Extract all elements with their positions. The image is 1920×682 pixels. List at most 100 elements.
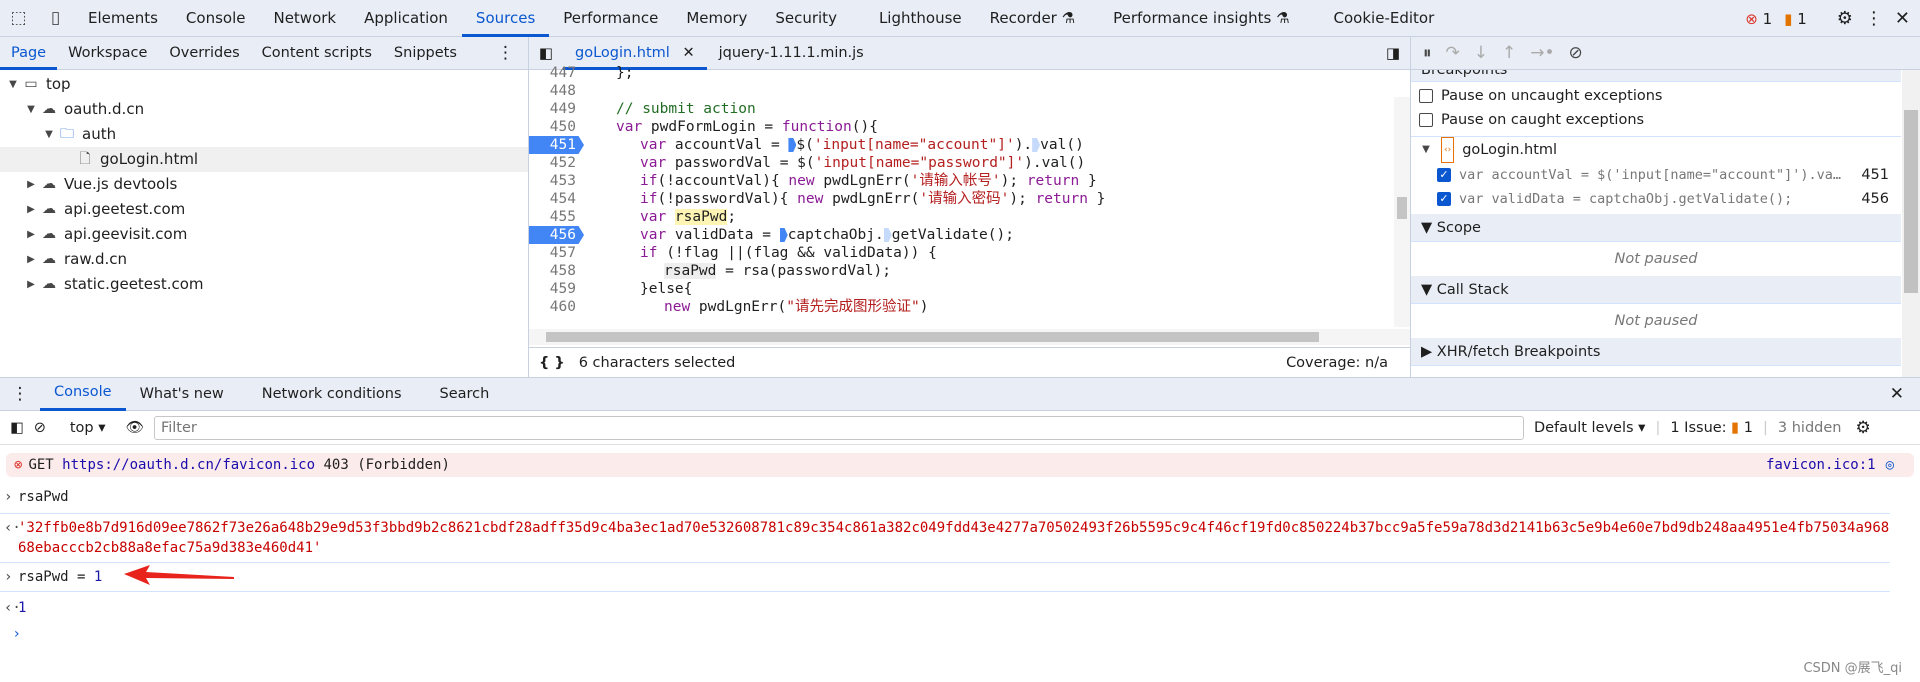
error-count-badge[interactable]: ⊗ 1 [1745, 10, 1772, 28]
line-number[interactable]: 457 [529, 244, 584, 262]
inline-breakpoint-icon[interactable] [779, 228, 788, 242]
breakpoints-header[interactable]: Breakpoints [1411, 70, 1901, 82]
collapsed-arrow-icon[interactable]: ▶ [24, 222, 38, 247]
network-request-icon[interactable]: ◎ [1886, 453, 1894, 477]
tree-item[interactable]: ▼ ▭ top [0, 72, 528, 97]
line-number[interactable]: 458 [529, 262, 584, 280]
line-number[interactable]: 453 [529, 172, 584, 190]
tree-item[interactable]: ▼ ☁ oauth.d.cn [0, 97, 528, 122]
breakpoint-item[interactable]: ✓ var accountVal = $('input[name="account… [1411, 163, 1901, 187]
drawer-tab-network-conditions[interactable]: Network conditions [238, 377, 416, 411]
line-number[interactable]: 449 [529, 100, 584, 118]
collapsed-arrow-icon[interactable]: ▶ [24, 172, 38, 197]
collapsed-arrow-icon[interactable]: ▶ [24, 197, 38, 222]
line-number[interactable]: 450 [529, 118, 584, 136]
pretty-print-icon[interactable]: { } [539, 355, 565, 371]
tab-memory[interactable]: Memory [672, 0, 761, 37]
pause-uncaught-checkbox[interactable]: Pause on uncaught exceptions [1411, 84, 1901, 108]
close-drawer-icon[interactable]: ✕ [1890, 384, 1920, 404]
line-number[interactable]: 459 [529, 280, 584, 298]
vertical-scrollbar[interactable] [1394, 97, 1410, 327]
expanded-arrow-icon[interactable]: ▼ [6, 72, 20, 97]
sidebar-toggle-icon[interactable]: ◧ [10, 420, 24, 436]
tab-overrides[interactable]: Overrides [158, 37, 250, 70]
line-number[interactable]: 447 [529, 64, 584, 82]
tab-content-scripts[interactable]: Content scripts [251, 37, 383, 70]
error-source-link[interactable]: favicon.ico:1 [1766, 453, 1876, 477]
toggle-navigator-icon[interactable]: ◧ [529, 44, 563, 62]
clear-console-icon[interactable]: ⊘ [34, 420, 46, 436]
tree-item[interactable]: 🗋 goLogin.html [0, 147, 528, 172]
inline-breakpoint-icon[interactable] [883, 228, 892, 242]
tree-item[interactable]: ▶ ☁ raw.d.cn [0, 247, 528, 272]
tab-cookie-editor[interactable]: Cookie-Editor [1304, 0, 1449, 37]
context-selector[interactable]: top ▾ [70, 420, 106, 436]
tab-application[interactable]: Application [350, 0, 462, 37]
toggle-debugger-icon[interactable]: ◨ [1376, 44, 1410, 62]
issues-button[interactable]: 1 Issue: ▮ 1 [1670, 420, 1753, 436]
line-number[interactable]: 448 [529, 82, 584, 100]
breakpoint-line-number[interactable]: 451 [529, 136, 584, 154]
tab-lighthouse[interactable]: Lighthouse [851, 0, 976, 37]
tab-sources[interactable]: Sources [461, 0, 550, 37]
inspect-element-icon[interactable]: ⬚ [0, 0, 37, 37]
device-toolbar-icon[interactable]: ▯ [37, 0, 74, 37]
drawer-tab-search[interactable]: Search [416, 377, 504, 411]
line-number[interactable]: 454 [529, 190, 584, 208]
inline-breakpoint-icon[interactable] [1032, 138, 1041, 152]
tab-console[interactable]: Console [172, 0, 260, 37]
drawer-menu-icon[interactable]: ⋮ [0, 384, 40, 404]
line-number[interactable]: 452 [529, 154, 584, 172]
breakpoint-item[interactable]: ✓ var validData = captchaObj.getValidate(… [1411, 187, 1901, 211]
tree-item[interactable]: ▶ ☁ api.geevisit.com [0, 222, 528, 247]
tree-item[interactable]: ▶ ☁ static.geetest.com [0, 272, 528, 297]
filter-input[interactable] [153, 415, 1524, 440]
tab-security[interactable]: Security [761, 0, 851, 37]
tab-network[interactable]: Network [259, 0, 350, 37]
more-icon[interactable]: ⋮ [497, 43, 528, 63]
step-out-icon[interactable]: ↑ [1502, 43, 1516, 63]
sidebar-scrollbar[interactable] [1902, 70, 1920, 377]
console-settings-gear-icon[interactable]: ⚙ [1855, 418, 1870, 438]
tab-performance-insights[interactable]: Performance insights ⚗ [1089, 0, 1303, 37]
tab-page[interactable]: Page [0, 37, 58, 70]
pause-resume-icon[interactable]: ⏸ [1423, 43, 1432, 63]
close-tab-icon[interactable]: ✕ [682, 45, 694, 61]
step-icon[interactable]: →• [1530, 43, 1554, 63]
tree-item[interactable]: ▼ 🗀 auth [0, 122, 528, 147]
collapsed-arrow-icon[interactable]: ▶ [24, 272, 38, 297]
line-number[interactable]: 455 [529, 208, 584, 226]
drawer-tab-whats-new[interactable]: What's new [126, 377, 238, 411]
expanded-arrow-icon[interactable]: ▼ [42, 122, 56, 147]
drawer-tab-console[interactable]: Console [40, 377, 126, 411]
pause-caught-checkbox[interactable]: Pause on caught exceptions [1411, 108, 1901, 132]
live-expression-eye-icon[interactable]: 👁 [126, 419, 144, 436]
code-view[interactable]: 447}; 448 449 // submit action 450 var pwd… [529, 64, 1394, 326]
line-number[interactable]: 460 [529, 298, 584, 316]
gear-icon[interactable]: ⚙ [1837, 8, 1853, 29]
breakpoint-line-number[interactable]: 456 [529, 226, 584, 244]
console-prompt[interactable]: › [0, 620, 1920, 642]
collapsed-arrow-icon[interactable]: ▶ [24, 247, 38, 272]
deactivate-breakpoints-icon[interactable]: ⊘ [1569, 43, 1583, 63]
tab-recorder[interactable]: Recorder ⚗ [976, 0, 1089, 37]
warning-count-badge[interactable]: ▮ 1 [1784, 10, 1807, 28]
step-over-icon[interactable]: ↷ [1446, 43, 1460, 63]
tree-item[interactable]: ▶ ☁ api.geetest.com [0, 197, 528, 222]
xhr-breakpoints-header[interactable]: ▶ XHR/fetch Breakpoints [1411, 338, 1901, 366]
coverage-status[interactable]: Coverage: n/a [1286, 355, 1410, 371]
call-stack-section-header[interactable]: ▼ Call Stack [1411, 276, 1901, 304]
error-url-link[interactable]: https://oauth.d.cn/favicon.ico [62, 453, 315, 477]
tree-item[interactable]: ▶ ☁ Vue.js devtools [0, 172, 528, 197]
tab-performance[interactable]: Performance [549, 0, 672, 37]
tab-elements[interactable]: Elements [74, 0, 172, 37]
tab-snippets[interactable]: Snippets [383, 37, 468, 70]
breakpoint-file-group[interactable]: ▼ ‹› goLogin.html [1411, 136, 1901, 163]
step-into-icon[interactable]: ↓ [1474, 43, 1488, 63]
tab-workspace[interactable]: Workspace [57, 37, 158, 70]
close-icon[interactable]: ✕ [1895, 8, 1910, 29]
more-options-icon[interactable]: ⋮ [1865, 8, 1883, 29]
log-levels-dropdown[interactable]: Default levels ▾ [1534, 420, 1646, 436]
scope-section-header[interactable]: ▼ Scope [1411, 214, 1901, 242]
horizontal-scrollbar[interactable] [529, 329, 1410, 345]
